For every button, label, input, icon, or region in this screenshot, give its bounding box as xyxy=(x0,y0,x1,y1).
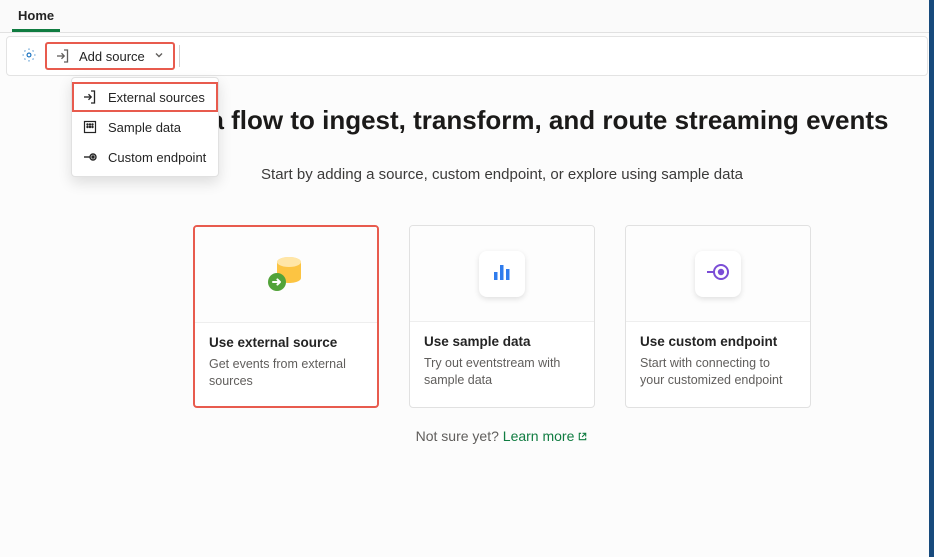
card-illustration xyxy=(626,226,810,322)
learn-more-link[interactable]: Learn more xyxy=(503,428,589,444)
cards-row: Use external source Get events from exte… xyxy=(110,225,894,408)
dropdown-item-external-sources[interactable]: External sources xyxy=(72,82,218,112)
page-heading: Design a flow to ingest, transform, and … xyxy=(110,105,894,136)
dropdown-item-label: External sources xyxy=(108,90,205,105)
card-desc: Get events from external sources xyxy=(209,356,363,390)
tab-home[interactable]: Home xyxy=(12,0,60,32)
grid-icon xyxy=(82,119,98,135)
card-title: Use custom endpoint xyxy=(640,334,796,349)
toolbar: Add source External sources xyxy=(6,36,928,76)
window-edge xyxy=(929,0,934,557)
card-title: Use external source xyxy=(209,335,363,350)
footer-prefix: Not sure yet? xyxy=(416,428,503,444)
gear-icon xyxy=(21,47,37,66)
add-source-dropdown: External sources Sample data xyxy=(71,77,219,177)
endpoint-icon xyxy=(704,258,732,289)
card-use-sample-data[interactable]: Use sample data Try out eventstream with… xyxy=(409,225,595,408)
card-use-custom-endpoint[interactable]: Use custom endpoint Start with connectin… xyxy=(625,225,811,408)
card-use-external-source[interactable]: Use external source Get events from exte… xyxy=(193,225,379,408)
card-illustration xyxy=(410,226,594,322)
external-link-icon xyxy=(577,429,588,445)
add-source-button[interactable]: Add source xyxy=(45,42,175,70)
add-source-label: Add source xyxy=(79,49,145,64)
card-title: Use sample data xyxy=(424,334,580,349)
import-icon xyxy=(55,48,71,64)
card-illustration xyxy=(195,227,377,323)
bar-chart-icon xyxy=(489,259,515,288)
card-desc: Start with connecting to your customized… xyxy=(640,355,796,389)
page-subheading: Start by adding a source, custom endpoin… xyxy=(110,166,894,183)
chevron-down-icon xyxy=(153,48,165,64)
import-icon xyxy=(82,89,98,105)
footer-text: Not sure yet? Learn more xyxy=(110,428,894,445)
dropdown-item-custom-endpoint[interactable]: Custom endpoint xyxy=(72,142,218,172)
toolbar-divider xyxy=(179,45,180,67)
tabbar: Home xyxy=(0,0,934,33)
settings-button[interactable] xyxy=(15,42,43,70)
card-desc: Try out eventstream with sample data xyxy=(424,355,580,389)
dropdown-item-label: Sample data xyxy=(108,120,181,135)
dropdown-item-label: Custom endpoint xyxy=(108,150,206,165)
dropdown-item-sample-data[interactable]: Sample data xyxy=(72,112,218,142)
endpoint-icon xyxy=(82,149,98,165)
database-arrow-icon xyxy=(259,246,313,303)
